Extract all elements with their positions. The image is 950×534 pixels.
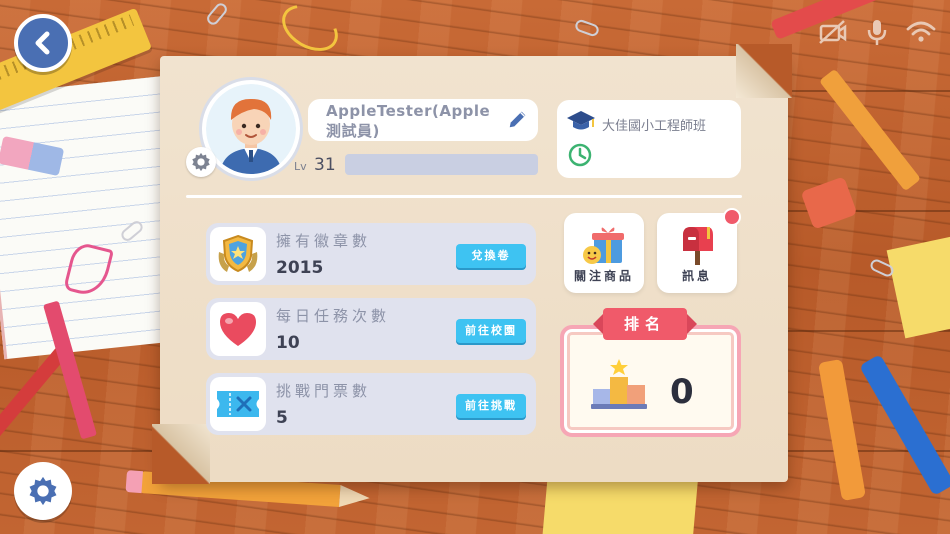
stat-value: 2015 [276, 258, 324, 278]
ranking-title: 排名 [593, 308, 697, 340]
stat-icon-box [210, 377, 266, 431]
heart-icon [220, 313, 256, 346]
gear-icon [192, 152, 210, 172]
paper-curl [736, 44, 792, 98]
stat-row-badges: 擁有徽章數 2015 兌換卷 [206, 223, 536, 285]
back-button[interactable] [14, 14, 72, 72]
badge-shield-icon [218, 234, 258, 273]
graduation-cap-icon [567, 111, 595, 130]
player-name: AppleTester(Apple測試員) [326, 102, 491, 140]
messages-label: 訊息 [681, 269, 712, 283]
stat-row-daily-tasks: 每日任務次數 10 前往校園 [206, 298, 536, 360]
go-to-challenge-button[interactable]: 前往挑戰 [456, 394, 526, 418]
stat-row-challenge-tickets: 挑戰門票數 5 前往挑戰 [206, 373, 536, 435]
stat-icon-box [210, 227, 266, 281]
ranking-card[interactable] [560, 325, 741, 437]
edit-name-button[interactable] [507, 108, 529, 134]
decoration-paperclip [573, 18, 601, 38]
paper-curl [152, 424, 210, 484]
stat-value: 10 [276, 333, 300, 353]
level-value: 31 [314, 155, 336, 175]
mailbox-icon [683, 227, 713, 265]
wifi-icon[interactable] [906, 20, 936, 44]
clock-icon [568, 143, 592, 167]
chevron-left-icon [35, 31, 50, 55]
class-name: 大佳國小工程師班 [602, 119, 707, 134]
ticket-icon [217, 391, 259, 417]
decoration-crayon [818, 358, 866, 502]
wishlist-label: 關注商品 [573, 269, 634, 283]
go-to-campus-button[interactable]: 前往校園 [456, 319, 526, 343]
status-bar [818, 18, 936, 46]
avatar[interactable] [202, 80, 300, 178]
stat-label: 每日任務次數 [276, 307, 391, 325]
stat-label: 挑戰門票數 [276, 382, 372, 400]
redeem-coupon-button[interactable]: 兌換卷 [456, 244, 526, 268]
decoration-crayon [859, 354, 950, 496]
wishlist-tile[interactable]: 關注商品 [564, 213, 644, 293]
decoration-swirl [274, 0, 346, 61]
settings-button[interactable] [14, 462, 72, 520]
divider [186, 195, 742, 198]
experience-bar [345, 154, 538, 175]
microphone-icon[interactable] [866, 18, 888, 46]
avatar-boy-icon [206, 84, 296, 174]
gift-icon [583, 227, 624, 264]
avatar-settings-button[interactable] [186, 147, 216, 177]
notification-badge [723, 208, 741, 226]
stat-label: 擁有徽章數 [276, 232, 372, 250]
stat-icon-box [210, 302, 266, 356]
ranking-value: 0 [670, 372, 694, 412]
podium-icon [591, 359, 647, 409]
gear-icon [29, 476, 57, 506]
camera-off-icon[interactable] [818, 19, 848, 45]
decoration-paperclip [204, 0, 230, 28]
decoration-sticky-note [886, 231, 950, 339]
decoration-pencil [819, 68, 921, 192]
decoration-sharpener [800, 176, 858, 230]
messages-tile[interactable]: 訊息 [657, 213, 737, 293]
pencil-icon [509, 111, 526, 128]
player-name-field[interactable]: AppleTester(Apple測試員) [308, 99, 538, 141]
stat-value: 5 [276, 408, 288, 428]
level-label: Lv [294, 160, 307, 173]
